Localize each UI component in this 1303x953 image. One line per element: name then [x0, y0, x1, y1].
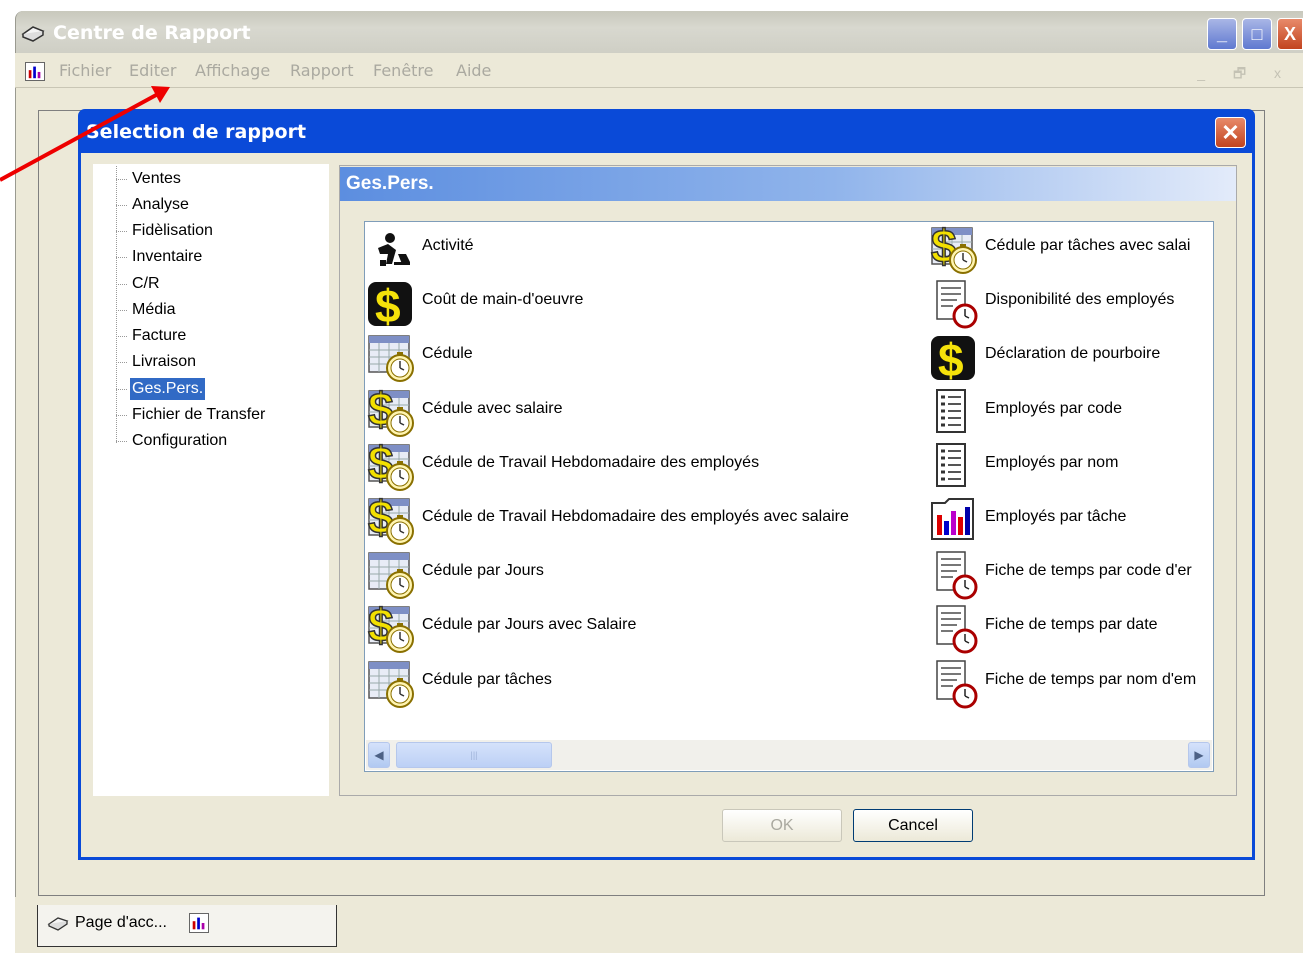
report-app-icon[interactable]	[25, 62, 45, 81]
report-item-label: Déclaration de pourboire	[985, 345, 1161, 362]
tree-connector	[116, 257, 127, 258]
salary-schedule-icon: $	[366, 490, 418, 547]
salary-schedule-icon: $	[366, 436, 418, 493]
tree-connector	[116, 166, 117, 443]
tree-connector	[116, 362, 127, 363]
menu-editer[interactable]: Editer	[129, 61, 176, 80]
dialog-close-button[interactable]: ✕	[1215, 117, 1246, 148]
document-list-icon	[929, 441, 981, 493]
document-clock-icon	[929, 658, 981, 710]
tree-item-fichier-de-transfer[interactable]: Fichier de Transfer	[130, 404, 267, 426]
tree-item-media[interactable]: Média	[130, 299, 178, 321]
tree-item-livraison[interactable]: Livraison	[130, 351, 198, 373]
tree-connector	[116, 389, 127, 390]
tree-item-configuration[interactable]: Configuration	[130, 430, 229, 452]
printer-icon	[47, 917, 69, 931]
report-item-label: Fiche de temps par date	[985, 616, 1158, 633]
close-button[interactable]: X	[1277, 18, 1303, 50]
report-item-label: Disponibilité des employés	[985, 291, 1175, 308]
tree-item-facture[interactable]: Facture	[130, 325, 188, 347]
report-item-label: Cédule avec salaire	[422, 400, 563, 417]
report-app-icon[interactable]	[189, 913, 209, 933]
tree-connector	[116, 310, 127, 311]
activity-icon	[366, 224, 418, 276]
salary-schedule-icon: $	[929, 219, 981, 276]
category-tree	[93, 164, 329, 796]
window-title: Centre de Rapport	[53, 22, 251, 44]
dollar-icon: $	[366, 278, 418, 332]
tree-item-cr[interactable]: C/R	[130, 273, 162, 295]
report-item-label: Cédule par Jours avec Salaire	[422, 616, 637, 633]
calendar-stopwatch-icon	[366, 549, 418, 601]
dollar-icon: $	[929, 332, 981, 386]
report-item-label: Employés par code	[985, 400, 1122, 417]
document-clock-icon	[929, 549, 981, 601]
svg-text:$: $	[375, 280, 401, 330]
cancel-button[interactable]: Cancel	[853, 809, 973, 842]
svg-text:$: $	[938, 334, 964, 384]
calendar-stopwatch-icon	[366, 332, 418, 384]
scrollbar-thumb[interactable]: |||	[396, 742, 552, 768]
tree-item-inventaire[interactable]: Inventaire	[130, 246, 204, 268]
report-item-label: Fiche de temps par nom d'em	[985, 671, 1197, 688]
menu-fenetre[interactable]: Fenêtre	[373, 61, 434, 80]
report-item-label: Cédule de Travail Hebdomadaire des emplo…	[422, 454, 760, 471]
tree-item-analyse[interactable]: Analyse	[130, 194, 191, 216]
report-item-label: Cédule par tâches avec salai	[985, 237, 1191, 254]
calendar-stopwatch-icon	[366, 658, 418, 710]
tree-connector	[116, 336, 127, 337]
report-item-label: Activité	[422, 237, 474, 254]
salary-schedule-icon: $	[366, 382, 418, 439]
tree-connector	[116, 415, 127, 416]
tree-connector	[116, 179, 127, 180]
menu-rapport[interactable]: Rapport	[290, 61, 354, 80]
report-item-label: Employés par tâche	[985, 508, 1127, 525]
maximize-button[interactable]: □	[1242, 18, 1272, 50]
tree-connector	[116, 284, 127, 285]
mdi-window-controls[interactable]: _ 🗗 x	[1197, 63, 1293, 87]
report-item-label: Coût de main-d'oeuvre	[422, 291, 584, 308]
tree-connector	[116, 205, 127, 206]
tree-item-ventes[interactable]: Ventes	[130, 168, 183, 190]
report-panel-header	[340, 167, 1236, 201]
document-clock-icon	[929, 603, 981, 655]
menu-fichier[interactable]: Fichier	[59, 61, 111, 80]
minimize-button[interactable]: _	[1207, 18, 1237, 50]
tree-connector	[116, 441, 127, 442]
ok-button[interactable]: OK	[722, 809, 842, 842]
report-panel-title: Ges.Pers.	[346, 173, 434, 194]
tree-item-fidelisation[interactable]: Fidèlisation	[130, 220, 215, 242]
tree-item-ges-pers[interactable]: Ges.Pers.	[130, 378, 206, 400]
tree-connector	[116, 231, 127, 232]
scroll-left-icon[interactable]: ◀	[368, 742, 390, 768]
screen: Centre de Rapport _ □ X Fichier Editer A…	[0, 0, 1303, 953]
scroll-right-icon[interactable]: ▶	[1188, 742, 1210, 768]
bar-chart-icon	[929, 495, 981, 547]
report-item-label: Cédule par tâches	[422, 671, 552, 688]
menu-affichage[interactable]: Affichage	[195, 61, 270, 80]
document-list-icon	[929, 387, 981, 439]
window-tab-label: Page d'acc...	[75, 914, 167, 931]
report-item-label: Cédule par Jours	[422, 562, 544, 579]
report-item-label: Fiche de temps par code d'er	[985, 562, 1192, 579]
document-clock-icon	[929, 278, 981, 330]
horizontal-scrollbar[interactable]: ◀ ||| ▶	[366, 740, 1212, 770]
report-item-label: Employés par nom	[985, 454, 1119, 471]
report-item-label: Cédule	[422, 345, 473, 362]
report-item-label: Cédule de Travail Hebdomadaire des emplo…	[422, 508, 849, 525]
printer-icon	[21, 26, 45, 42]
salary-schedule-icon: $	[366, 598, 418, 655]
dialog-title: Selection de rapport	[86, 121, 307, 143]
menu-aide[interactable]: Aide	[456, 61, 491, 80]
